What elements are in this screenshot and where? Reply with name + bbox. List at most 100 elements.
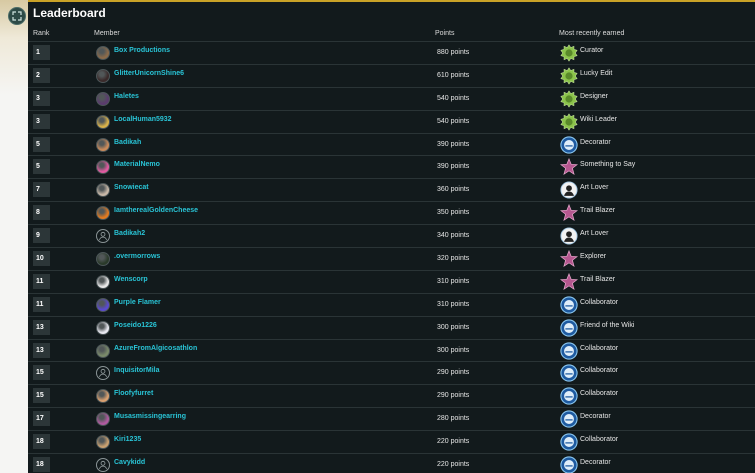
green-star-badge-icon[interactable] (560, 113, 578, 131)
table-row: 11 Purple Flamer 310 points Collaborator (28, 292, 755, 316)
blue-circle-badge-icon[interactable] (560, 135, 578, 154)
blue-circle-badge-icon[interactable] (560, 456, 578, 473)
avatar[interactable] (96, 160, 110, 175)
sidebar-toggle-button[interactable] (8, 7, 26, 25)
member-link[interactable]: LocalHuman5932 (114, 116, 172, 123)
points-value: 300 points (437, 346, 470, 354)
rank-badge: 8 (33, 205, 50, 221)
member-link[interactable]: Wenscorp (114, 276, 148, 283)
column-header-member: Member (94, 30, 120, 37)
avatar[interactable] (96, 458, 110, 473)
badge-name: Art Lover (580, 230, 609, 238)
avatar[interactable] (96, 206, 110, 221)
default-user-icon (99, 369, 107, 378)
avatar[interactable] (96, 412, 110, 427)
table-row: 17 Musasmissingearring 280 points Decorator (28, 407, 755, 430)
points-value: 220 points (437, 438, 470, 446)
green-star-badge-icon[interactable] (560, 67, 578, 85)
points-value: 280 points (437, 415, 470, 423)
badge-name: Decorator (580, 413, 611, 421)
badge-name: Collaborator (580, 436, 619, 444)
column-header-rank: Rank (33, 30, 50, 37)
badge-name: Curator (580, 47, 604, 54)
member-link[interactable]: AzureFromAlgicosathlon (114, 345, 197, 352)
badge-name: Lucky Edit (580, 69, 613, 77)
green-star-badge-icon[interactable] (560, 44, 578, 62)
portrait-badge-icon[interactable] (560, 181, 578, 199)
blue-circle-badge-icon[interactable] (560, 387, 578, 405)
member-link[interactable]: Cavykidd (114, 459, 145, 466)
avatar[interactable] (96, 68, 110, 83)
pink-star-badge-icon[interactable] (559, 158, 579, 176)
pink-star-badge-icon[interactable] (559, 204, 579, 222)
blue-circle-badge-icon[interactable] (560, 296, 578, 314)
avatar[interactable] (96, 137, 110, 152)
points-value: 540 points (437, 94, 470, 102)
badge-name: Wiki Leader (580, 115, 617, 123)
avatar[interactable] (96, 343, 110, 358)
rank-badge: 13 (33, 342, 50, 358)
points-value: 540 points (437, 117, 470, 125)
blue-circle-badge-icon[interactable] (560, 319, 578, 337)
blue-circle-badge-icon[interactable] (560, 341, 578, 360)
member-link[interactable]: .overmorrows (114, 253, 160, 260)
avatar[interactable] (96, 435, 110, 450)
avatar[interactable] (96, 366, 110, 381)
avatar[interactable] (96, 297, 110, 312)
avatar[interactable] (96, 389, 110, 404)
points-value: 610 points (437, 71, 470, 79)
rank-badge: 11 (33, 296, 50, 312)
leaderboard-panel: Leaderboard Rank Member Points Most rece… (28, 2, 755, 473)
avatar[interactable] (96, 274, 110, 289)
avatar[interactable] (96, 91, 110, 106)
member-link[interactable]: Haletes (114, 93, 139, 100)
avatar[interactable] (96, 46, 110, 60)
badge-name: Trail Blazer (580, 207, 616, 215)
table-row: 18 Cavykidd 220 points Decorator (28, 453, 755, 473)
rank-badge: 7 (33, 182, 50, 198)
member-link[interactable]: Floofyfurret (114, 390, 153, 397)
rank-badge: 15 (33, 388, 50, 404)
member-link[interactable]: Badikah (114, 139, 141, 146)
member-link[interactable]: Kiri1235 (114, 436, 141, 443)
blue-circle-badge-icon[interactable] (560, 433, 578, 451)
avatar[interactable] (96, 114, 110, 129)
member-link[interactable]: IamtherealGoldenCheese (114, 207, 198, 214)
pink-star-badge-icon[interactable] (559, 272, 579, 291)
rank-badge: 1 (33, 45, 50, 60)
member-link[interactable]: Musasmissingearring (114, 413, 186, 420)
leaderboard-title: Leaderboard (33, 6, 106, 20)
table-row: 15 InquisitorMila 290 points Collaborator (28, 361, 755, 384)
badge-name: Friend of the Wiki (580, 321, 635, 329)
rank-badge: 18 (33, 434, 50, 450)
rank-badge: 15 (33, 365, 50, 381)
portrait-badge-icon[interactable] (560, 227, 578, 245)
badge-name: Decorator (580, 459, 611, 467)
member-link[interactable]: GlitterUnicornShine6 (114, 70, 184, 77)
avatar[interactable] (96, 320, 110, 335)
blue-circle-badge-icon[interactable] (560, 410, 578, 428)
member-link[interactable]: Box Productions (114, 47, 170, 54)
member-link[interactable]: InquisitorMila (114, 367, 160, 374)
avatar[interactable] (96, 183, 110, 198)
pink-star-badge-icon[interactable] (559, 249, 579, 268)
member-link[interactable]: Snowiecat (114, 184, 149, 191)
green-star-badge-icon[interactable] (560, 90, 578, 108)
rank-badge: 13 (33, 319, 50, 335)
badge-name: Collaborator (580, 344, 619, 352)
rank-badge: 2 (33, 67, 50, 83)
points-value: 390 points (437, 163, 470, 171)
table-row: 2 GlitterUnicornShine6 610 points Lucky Edi… (28, 63, 755, 87)
badge-name: Collaborator (580, 298, 619, 306)
member-link[interactable]: Purple Flamer (114, 299, 161, 306)
avatar[interactable] (96, 252, 110, 267)
member-link[interactable]: MaterialNemo (114, 161, 160, 168)
rank-badge: 3 (33, 113, 50, 129)
table-row: 5 Badikah 390 points Decorator (28, 132, 755, 156)
member-link[interactable]: Badikah2 (114, 230, 145, 237)
points-value: 880 points (437, 49, 470, 56)
avatar[interactable] (96, 229, 110, 244)
blue-circle-badge-icon[interactable] (560, 364, 578, 383)
member-link[interactable]: Poseido1226 (114, 322, 157, 329)
rank-badge: 10 (33, 251, 50, 267)
